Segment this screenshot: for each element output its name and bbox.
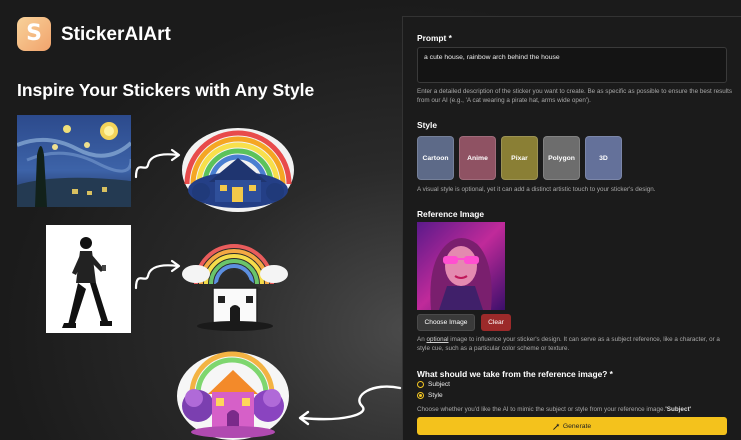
radio-circle[interactable] — [417, 392, 424, 399]
brand-name[interactable]: StickerAIArt — [61, 24, 171, 46]
generate-button[interactable]: Generate — [417, 417, 727, 435]
arrow-right-icon — [134, 148, 181, 179]
prompt-input[interactable]: a cute house, rainbow arch behind the ho… — [417, 47, 727, 83]
take-help-strong: 'Subject' — [665, 406, 692, 413]
magic-wand-icon — [553, 422, 560, 430]
style-option-label: Cartoon — [422, 154, 449, 162]
take-from-reference-label: What should we take from the reference i… — [417, 369, 613, 379]
choose-image-button[interactable]: Choose Image — [417, 314, 475, 331]
reference-image-preview — [417, 222, 505, 310]
generated-house-sticker — [177, 351, 289, 440]
style-option-cartoon[interactable]: Cartoon — [417, 136, 454, 180]
style-options: Cartoon Anime Pixar Polygon 3D — [417, 136, 622, 180]
style-option-label: Anime — [467, 154, 488, 162]
arrow-left-icon — [298, 385, 402, 426]
style-option-label: Polygon — [548, 154, 575, 162]
radio-style[interactable]: Style — [417, 392, 443, 399]
style-option-polygon[interactable]: Polygon — [543, 136, 580, 180]
logo-letter: S — [26, 21, 42, 46]
style-help-text: A visual style is optional, yet it can a… — [417, 186, 656, 193]
radio-label: Subject — [428, 381, 450, 388]
starry-house-sticker — [182, 128, 294, 212]
radio-subject[interactable]: Subject — [417, 381, 450, 388]
sticker-form-panel: Prompt * a cute house, rainbow arch behi… — [402, 16, 741, 440]
app-logo[interactable]: S — [17, 17, 51, 51]
style-label: Style — [417, 120, 438, 130]
prompt-help-text: Enter a detailed description of the stic… — [417, 88, 733, 105]
radio-selected-dot — [419, 394, 422, 397]
radio-circle[interactable] — [417, 381, 424, 388]
sketch-house-sticker — [182, 244, 288, 331]
walking-man-source-image — [46, 225, 131, 333]
radio-label: Style — [428, 392, 443, 399]
style-option-label: Pixar — [511, 154, 528, 162]
reference-help-rest: image to influence your sticker's design… — [417, 336, 720, 353]
reference-image-label: Reference Image — [417, 209, 485, 219]
prompt-label: Prompt * — [417, 33, 452, 43]
clear-image-button[interactable]: Clear — [481, 314, 511, 331]
generate-label: Generate — [562, 422, 592, 430]
take-help-text: Choose whether you'd like the AI to mimi… — [417, 405, 733, 414]
arrow-right-icon — [134, 259, 181, 290]
starry-night-source-image — [17, 115, 131, 207]
reference-help-optional: optional — [426, 336, 449, 343]
style-option-3d[interactable]: 3D — [585, 136, 622, 180]
reference-buttons: Choose Image Clear — [417, 314, 511, 331]
style-option-anime[interactable]: Anime — [459, 136, 496, 180]
take-help-main: Choose whether you'd like the AI to mimi… — [417, 406, 666, 413]
style-option-label: 3D — [599, 154, 608, 162]
reference-help-text: An optional image to influence your stic… — [417, 335, 733, 353]
page-headline: Inspire Your Stickers with Any Style — [17, 80, 315, 100]
style-option-pixar[interactable]: Pixar — [501, 136, 538, 180]
